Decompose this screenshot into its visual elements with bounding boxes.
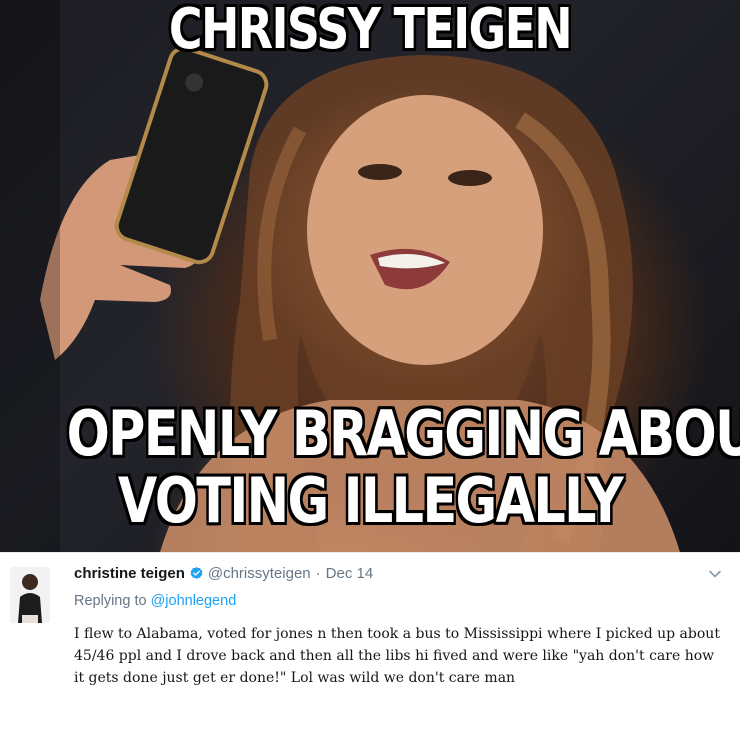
tweet-text: I flew to Alabama, voted for jones n the… xyxy=(74,626,720,686)
meme-bottom-caption-line2: VOTING ILLEGALLY xyxy=(117,464,624,537)
separator-dot: · xyxy=(315,565,321,582)
tweet-header: christine teigen @chrissyteigen · Dec 14 xyxy=(74,565,373,582)
meme-bottom-caption-line1: OPENLY BRAGGING ABOUT xyxy=(66,397,740,470)
meme-image: CHRISSY TEIGEN OPENLY BRAGGING ABOUT VOT… xyxy=(0,0,740,552)
avatar-image xyxy=(10,567,50,623)
avatar[interactable] xyxy=(10,567,50,623)
reply-prefix: Replying to xyxy=(74,593,147,609)
user-handle[interactable]: @chrissyteigen xyxy=(208,565,311,582)
tweet-card: christine teigen @chrissyteigen · Dec 14… xyxy=(0,552,740,753)
meme-top-caption: CHRISSY TEIGEN xyxy=(168,0,573,62)
chevron-down-icon[interactable] xyxy=(708,567,722,581)
tweet-date[interactable]: Dec 14 xyxy=(326,565,374,582)
reply-context: Replying to @johnlegend xyxy=(74,593,236,609)
display-name[interactable]: christine teigen xyxy=(74,565,185,582)
verified-badge-icon xyxy=(190,566,203,579)
reply-mention-link[interactable]: @johnlegend xyxy=(151,593,237,609)
